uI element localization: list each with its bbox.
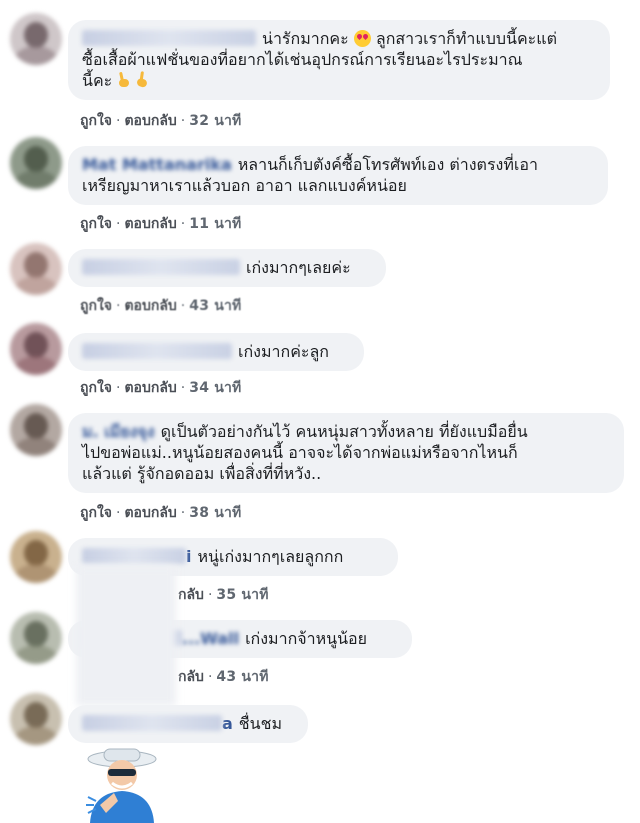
timestamp[interactable]: 43 นาที: [189, 298, 241, 314]
comment-text: น่ารักมากคะ: [262, 29, 349, 48]
reply-link[interactable]: กลับ: [178, 669, 204, 685]
avatar[interactable]: [10, 323, 62, 375]
comment-text: ดูเป็นตัวอย่างกันไว้ คนหนุ่มสาวทั้งหลาย …: [160, 422, 528, 441]
avatar[interactable]: [10, 693, 62, 745]
comment-text: ชื่นชม: [238, 714, 282, 733]
rock-hand-icon: [134, 70, 153, 90]
reply-link[interactable]: ตอบกลับ: [124, 216, 176, 232]
comment-text: เก่งมากค่ะลูก: [238, 342, 329, 361]
avatar[interactable]: [10, 612, 62, 664]
heart-eyes-emoji-icon: [353, 30, 371, 47]
like-link[interactable]: ถูกใจ: [80, 380, 112, 396]
comment-bubble: น่ารักมากคะ ลูกสาวเราก็ทำแบบนี้คะแต่ ซื้…: [68, 20, 610, 100]
timestamp[interactable]: 34 นาที: [189, 380, 241, 396]
comment-actions: ถูกใจ · ตอบกลับ · 34 นาที: [80, 380, 242, 396]
commenter-name[interactable]: ม. เมียงจุง: [82, 422, 155, 441]
comment-actions: ถูกใจ · ตอบกลับ · 32 นาที: [80, 113, 242, 129]
commenter-name[interactable]: [82, 715, 222, 731]
commenter-name[interactable]: [82, 30, 256, 46]
timestamp[interactable]: 32 นาที: [189, 113, 241, 129]
avatar[interactable]: [10, 404, 62, 456]
timestamp[interactable]: 11 นาที: [189, 216, 241, 232]
avatar[interactable]: [10, 13, 62, 65]
commenter-name[interactable]: [82, 548, 186, 564]
comment-actions: ถูกใจ · ตอบกลับ · 38 นาที: [80, 505, 242, 521]
commenter-name[interactable]: [82, 343, 232, 359]
comment-text: หนู่เก่งมากๆเลยลูกกก: [197, 547, 344, 566]
comment-bubble: ม. เมียงจุง ดูเป็นตัวอย่างกันไว้ คนหนุ่มส…: [68, 413, 624, 493]
timestamp[interactable]: 38 นาที: [189, 505, 241, 521]
reply-link[interactable]: ตอบกลับ: [124, 380, 176, 396]
timestamp[interactable]: 43 นาที: [216, 669, 268, 685]
comment-bubble: a ชื่นชม: [68, 705, 308, 743]
avatar[interactable]: [10, 137, 62, 189]
reply-link[interactable]: ตอบกลับ: [124, 113, 176, 129]
commenter-name[interactable]: [82, 259, 240, 275]
avatar[interactable]: [10, 531, 62, 583]
comment-text: เก่งมากจ้าหนูน้อย: [245, 629, 368, 648]
like-link[interactable]: ถูกใจ: [80, 216, 112, 232]
comment-actions: ถูกใจ · ตอบกลับ · 11 นาที: [80, 216, 242, 232]
timestamp[interactable]: 35 นาที: [216, 587, 268, 603]
like-link[interactable]: ถูกใจ: [80, 298, 112, 314]
comment-bubble: เก่งมากค่ะลูก: [68, 333, 364, 371]
avatar[interactable]: [10, 243, 62, 295]
reply-link[interactable]: กลับ: [178, 587, 204, 603]
reply-link[interactable]: ตอบกลับ: [124, 298, 176, 314]
comment-actions: ถูกใจ · ตอบกลับ · 43 นาที: [80, 298, 242, 314]
comment-bubble: เก่งมากๆเลยค่ะ: [68, 249, 386, 287]
comment-bubble: Mat Mattanarika หลานก็เก็บตังค์ซื้อโทรศัพ…: [68, 146, 608, 205]
commenter-name[interactable]: Mat Mattanarika: [82, 155, 232, 174]
peace-hand-icon: [117, 72, 131, 88]
comment-text: หลานก็เก็บตังค์ซื้อโทรศัพท์เอง ต่างตรงที…: [237, 155, 538, 174]
like-link[interactable]: ถูกใจ: [80, 113, 112, 129]
reply-link[interactable]: ตอบกลับ: [124, 505, 176, 521]
privacy-blur: [76, 566, 176, 706]
sticker-old-man-sunglasses-icon: [86, 748, 157, 823]
comment-text: เก่งมากๆเลยค่ะ: [246, 258, 351, 277]
like-link[interactable]: ถูกใจ: [80, 505, 112, 521]
